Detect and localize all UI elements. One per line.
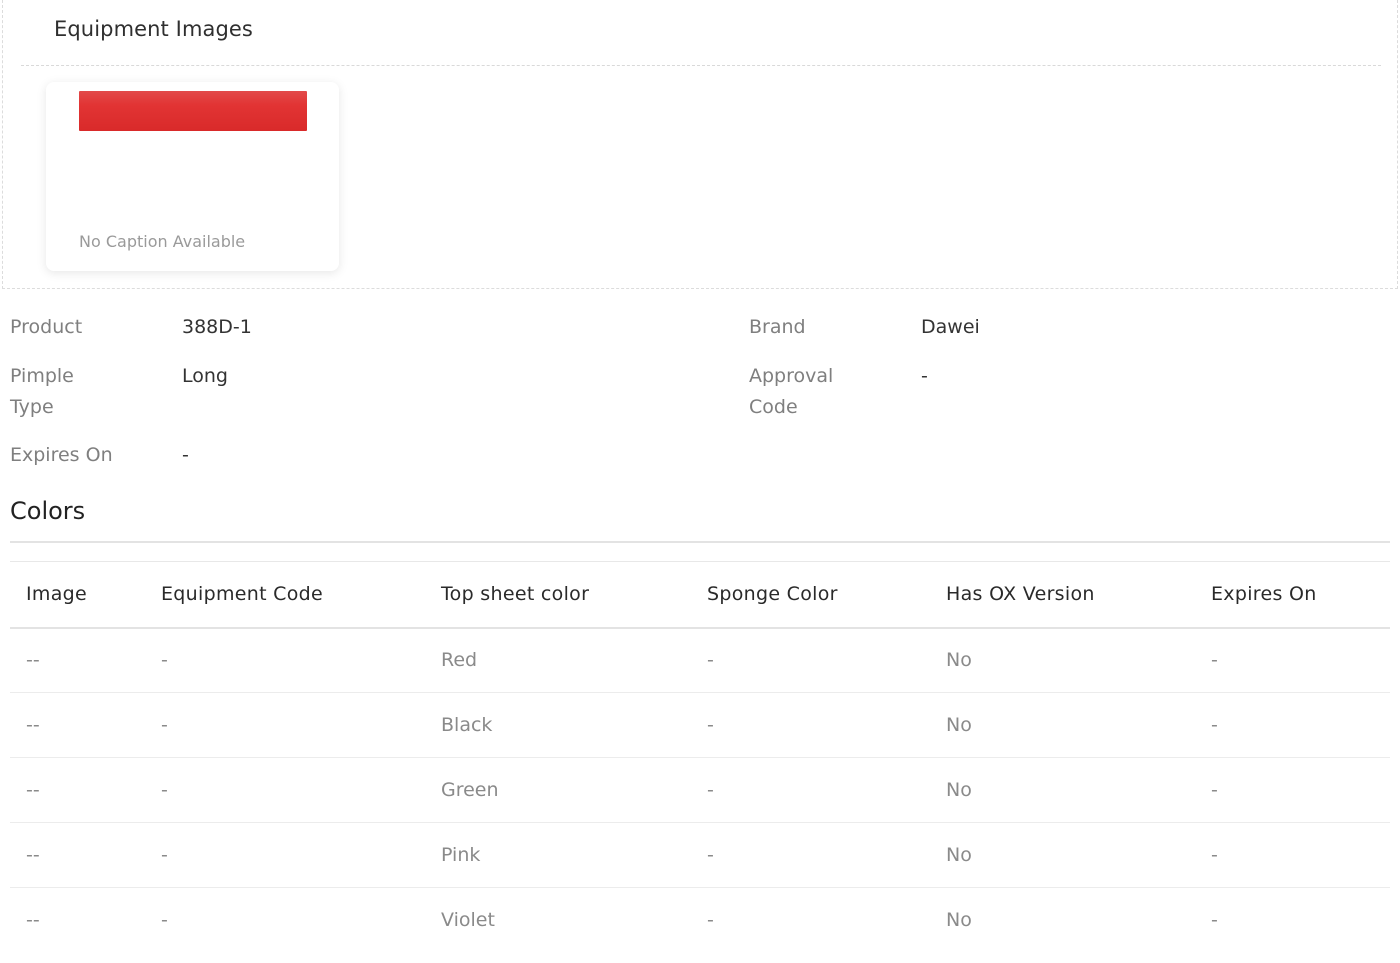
approval-code-label: Approval Code: [749, 361, 833, 423]
cell-has-ox-version: No: [930, 757, 1195, 823]
table-row: -- - Violet - No -: [10, 888, 1390, 953]
approval-code-label-line1: Approval: [749, 365, 834, 387]
colors-table: Image Equipment Code Top sheet color Spo…: [10, 561, 1390, 953]
cell-sponge-color: -: [691, 757, 930, 823]
product-label: Product: [10, 316, 83, 338]
column-header-image: Image: [10, 561, 145, 629]
cell-equipment-code: -: [145, 692, 425, 758]
column-header-expires-on: Expires On: [1195, 561, 1390, 629]
table-row: -- - Black - No -: [10, 692, 1390, 758]
approval-code-label-line2: Code: [749, 396, 798, 418]
column-header-equipment-code: Equipment Code: [145, 561, 425, 629]
cell-equipment-code: -: [145, 627, 425, 693]
image-caption: No Caption Available: [79, 232, 246, 251]
cell-equipment-code: -: [145, 757, 425, 823]
colors-rule: [10, 541, 1390, 543]
cell-has-ox-version: No: [946, 909, 972, 932]
pimple-type-value: Long: [182, 365, 228, 387]
cell-top-sheet-color: Black: [425, 692, 691, 758]
column-header-has-ox-version: Has OX Version: [930, 561, 1195, 629]
column-header-top-sheet-color: Top sheet color: [425, 561, 691, 629]
expires-on-value: -: [182, 444, 189, 466]
cell-image: --: [26, 909, 40, 932]
brand-label: Brand: [749, 316, 806, 338]
cell-image: --: [10, 822, 145, 888]
cell-has-ox-version: No: [930, 692, 1195, 758]
cell-expires-on: -: [1195, 822, 1390, 888]
cell-image: --: [10, 757, 145, 823]
cell-has-ox-version: No: [930, 627, 1195, 693]
colors-table-header: Image Equipment Code Top sheet color Spo…: [10, 561, 1390, 629]
equipment-image-thumbnail[interactable]: [79, 91, 307, 131]
cell-image: --: [10, 692, 145, 758]
images-divider: [21, 65, 1381, 66]
equipment-images-title: Equipment Images: [54, 17, 253, 41]
cell-expires-on: -: [1211, 909, 1218, 932]
equipment-detail-page: Equipment Images No Caption Available Pr…: [0, 0, 1400, 963]
cell-equipment-code: -: [161, 909, 168, 932]
cell-has-ox-version: No: [930, 822, 1195, 888]
cell-image: --: [10, 627, 145, 693]
column-header-sponge-color: Sponge Color: [691, 561, 930, 629]
approval-code-value: -: [921, 365, 928, 387]
pimple-type-label-line2: Type: [10, 396, 54, 418]
brand-value: Dawei: [921, 316, 980, 338]
cell-sponge-color: -: [691, 822, 930, 888]
product-value: 388D-1: [182, 316, 252, 338]
pimple-type-label-line1: Pimple: [10, 365, 74, 387]
cell-expires-on: -: [1195, 692, 1390, 758]
table-row: -- - Red - No -: [10, 627, 1390, 693]
table-row: -- - Green - No -: [10, 757, 1390, 823]
cell-top-sheet-color: Red: [425, 627, 691, 693]
expires-on-label: Expires On: [10, 444, 113, 466]
cell-equipment-code: -: [145, 822, 425, 888]
colors-title: Colors: [10, 497, 86, 525]
equipment-images-panel: Equipment Images No Caption Available: [2, 0, 1398, 289]
cell-top-sheet-color: Pink: [425, 822, 691, 888]
table-row: -- - Pink - No -: [10, 822, 1390, 888]
cell-expires-on: -: [1195, 757, 1390, 823]
cell-sponge-color: -: [707, 909, 714, 932]
cell-sponge-color: -: [691, 627, 930, 693]
cell-top-sheet-color: Violet: [441, 909, 495, 932]
pimple-type-label: Pimple Type: [10, 361, 74, 423]
cell-sponge-color: -: [691, 692, 930, 758]
cell-expires-on: -: [1195, 627, 1390, 693]
cell-top-sheet-color: Green: [425, 757, 691, 823]
equipment-image-card[interactable]: No Caption Available: [46, 82, 339, 271]
